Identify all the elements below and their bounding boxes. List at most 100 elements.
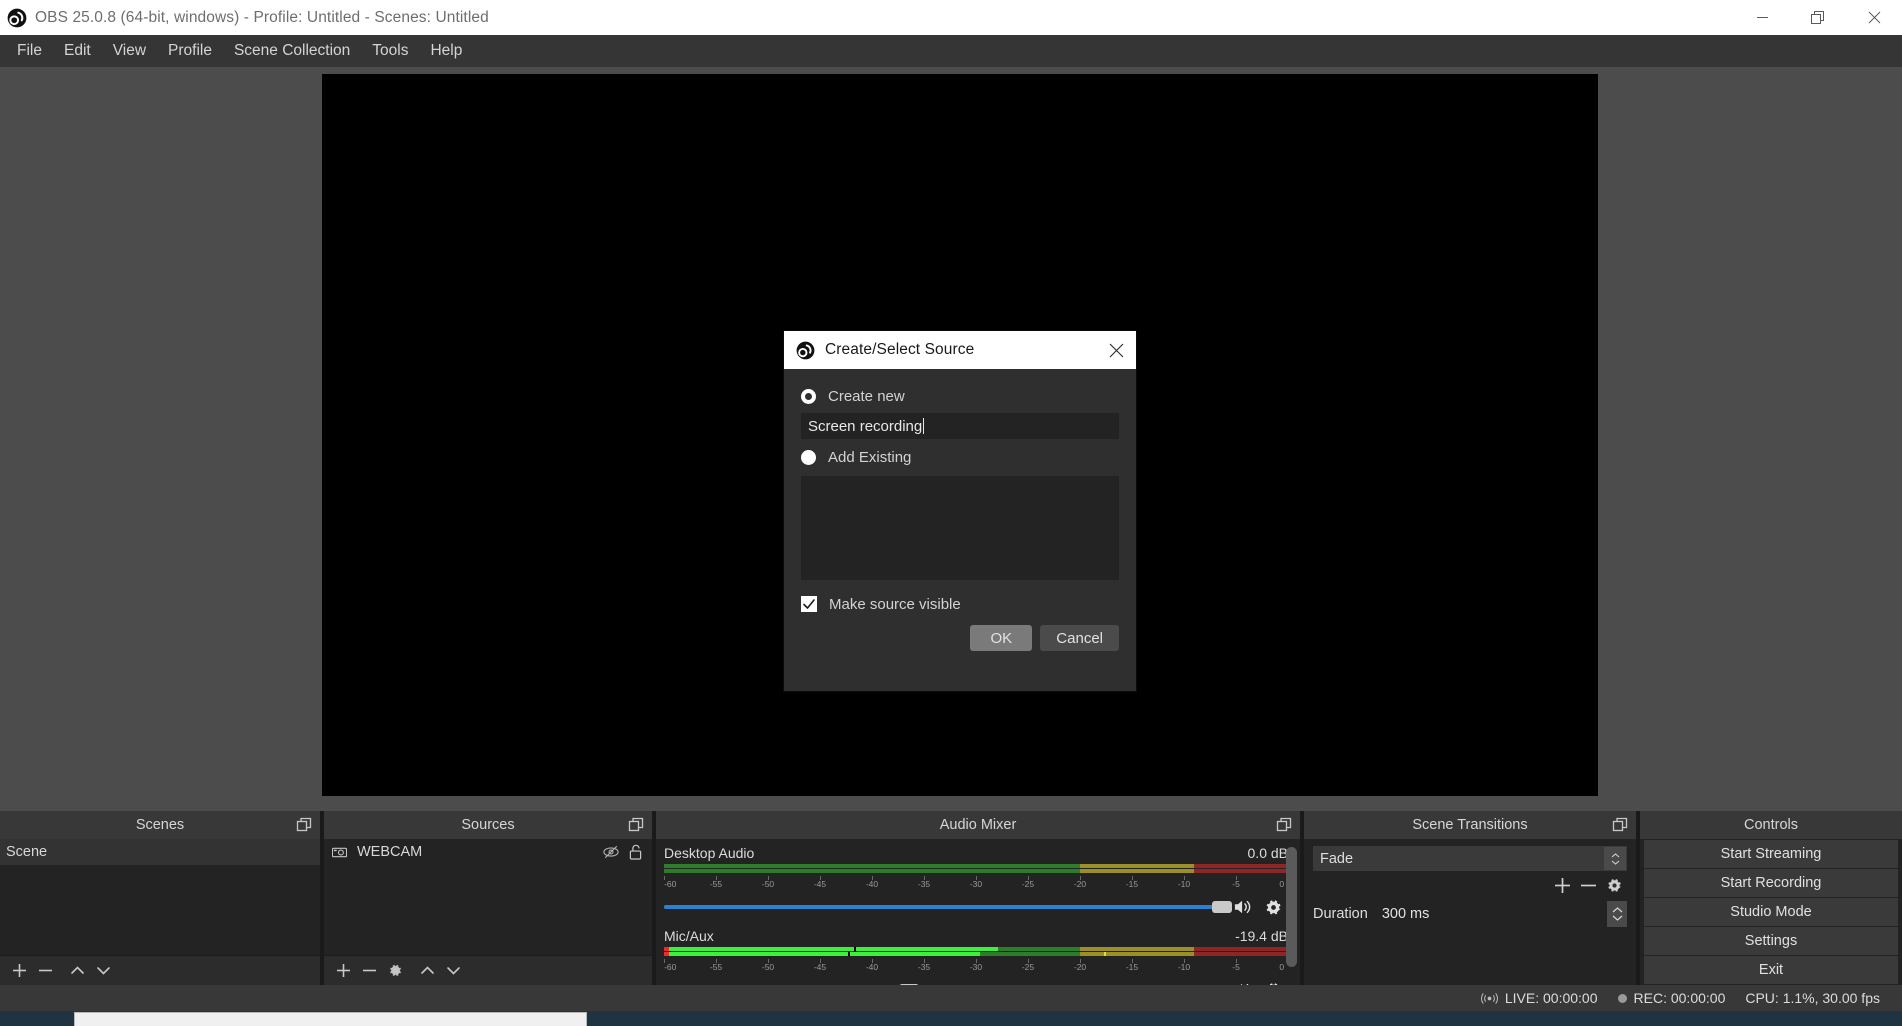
audio-mixer-scrollbar[interactable] [1286, 845, 1297, 979]
minimize-button[interactable] [1734, 0, 1790, 35]
menu-item-profile[interactable]: Profile [157, 39, 223, 63]
menu-item-edit[interactable]: Edit [53, 39, 102, 63]
chevron-down-icon [1611, 860, 1619, 865]
dock-row: Scenes Scene Sources WEBCAM Audio Mixer … [0, 811, 1902, 997]
scenes-dock: Scenes Scene [0, 811, 320, 985]
minus-icon [362, 969, 376, 972]
eye-slash-icon[interactable] [603, 844, 619, 860]
start-recording-button[interactable]: Start Recording [1644, 869, 1898, 897]
scenes-dock-header: Scenes [0, 811, 320, 839]
camera-icon [332, 847, 347, 857]
desktop-audio-name: Desktop Audio [664, 845, 755, 861]
exit-button[interactable]: Exit [1644, 956, 1898, 984]
create-new-radio-row[interactable]: Create new [801, 383, 1119, 409]
desktop-audio-db: 0.0 dB [1247, 845, 1288, 861]
restore-button[interactable] [1790, 0, 1846, 35]
add-transition-button[interactable] [1549, 873, 1575, 897]
scene-transitions-dock: Scene Transitions Fade Duration 300 ms [1304, 811, 1636, 985]
mic-aux-name: Mic/Aux [664, 928, 714, 944]
mixer-track-desktop-audio: Desktop Audio 0.0 dB -60 -55 -50 -45 -40… [664, 845, 1289, 920]
add-scene-button[interactable] [6, 958, 32, 984]
desktop-audio-volume-slider[interactable] [664, 898, 1233, 916]
controls-dock-header: Controls [1640, 811, 1902, 839]
create-new-radio[interactable] [801, 388, 816, 404]
make-source-visible-row[interactable]: Make source visible [801, 589, 1119, 619]
audio-mixer-dock: Audio Mixer Desktop Audio 0.0 dB -60 -55… [656, 811, 1300, 997]
move-source-up-button[interactable] [414, 958, 440, 984]
move-source-down-button[interactable] [440, 958, 466, 984]
transition-select[interactable]: Fade [1313, 846, 1627, 871]
studio-mode-button[interactable]: Studio Mode [1644, 898, 1898, 926]
add-existing-radio-row[interactable]: Add Existing [801, 444, 1119, 470]
popout-icon[interactable] [296, 817, 312, 833]
window-titlebar: OBS 25.0.8 (64-bit, windows) - Profile: … [0, 0, 1902, 35]
mic-aux-meter [664, 947, 1288, 958]
live-time: LIVE: 00:00:00 [1504, 990, 1598, 1006]
dialog-close-button[interactable] [1096, 331, 1136, 369]
remove-source-button[interactable] [356, 958, 382, 984]
menu-item-view[interactable]: View [102, 39, 157, 63]
close-icon [1868, 11, 1880, 24]
remove-scene-button[interactable] [32, 958, 58, 984]
source-list-item[interactable]: WEBCAM [324, 839, 652, 865]
add-existing-radio[interactable] [801, 449, 816, 465]
menu-item-file[interactable]: File [6, 39, 53, 63]
sources-dock-header: Sources [324, 811, 652, 839]
desktop-audio-meter [664, 864, 1288, 875]
make-source-visible-checkbox[interactable] [801, 596, 817, 612]
audio-mixer-title: Audio Mixer [939, 817, 1017, 833]
desktop-audio-mute-button[interactable] [1228, 894, 1258, 920]
obs-logo-icon [7, 8, 27, 27]
menu-item-help[interactable]: Help [419, 39, 473, 63]
restore-icon [1811, 10, 1824, 24]
source-name-input[interactable]: Screen recording [801, 413, 1119, 439]
text-caret [923, 418, 925, 434]
plus-icon [12, 964, 26, 977]
sources-list[interactable]: WEBCAM [324, 839, 652, 955]
add-source-button[interactable] [330, 958, 356, 984]
menu-item-scene-collection[interactable]: Scene Collection [223, 39, 361, 63]
close-icon [1109, 343, 1123, 357]
broadcast-icon [1480, 992, 1498, 1004]
sources-toolbar [324, 955, 652, 985]
duration-label: Duration [1313, 906, 1368, 922]
gear-icon [1607, 878, 1621, 892]
scene-item-label: Scene [6, 844, 48, 860]
record-dot-icon [1617, 993, 1627, 1003]
live-status: LIVE: 00:00:00 [1480, 990, 1598, 1006]
source-properties-button[interactable] [382, 958, 408, 984]
create-select-source-dialog: Create/Select Source Create new Screen r… [783, 330, 1137, 692]
close-button[interactable] [1846, 0, 1902, 35]
popout-icon[interactable] [1612, 817, 1628, 833]
create-new-label: Create new [828, 387, 905, 405]
scene-list-item[interactable]: Scene [0, 839, 320, 865]
scene-transitions-title: Scene Transitions [1412, 817, 1528, 833]
add-existing-label: Add Existing [828, 448, 912, 466]
duration-stepper[interactable] [1607, 901, 1627, 927]
rec-status: REC: 00:00:00 [1617, 990, 1725, 1006]
duration-input[interactable]: 300 ms [1375, 901, 1627, 927]
move-scene-up-button[interactable] [64, 958, 90, 984]
scrollbar-thumb[interactable] [1286, 847, 1297, 967]
move-scene-down-button[interactable] [90, 958, 116, 984]
scenes-list[interactable]: Scene [0, 839, 320, 955]
menu-item-tools[interactable]: Tools [361, 39, 419, 63]
cancel-button[interactable]: Cancel [1040, 625, 1119, 651]
menubar: File Edit View Profile Scene Collection … [0, 35, 1902, 67]
existing-sources-list[interactable] [801, 476, 1119, 580]
plus-icon [1554, 877, 1570, 893]
popout-icon[interactable] [628, 817, 644, 833]
ok-button[interactable]: OK [970, 625, 1033, 651]
desktop-audio-settings-button[interactable] [1258, 894, 1288, 920]
start-streaming-button[interactable]: Start Streaming [1644, 840, 1898, 868]
unlock-icon[interactable] [629, 844, 642, 860]
settings-button[interactable]: Settings [1644, 927, 1898, 955]
background-window-edge[interactable] [74, 1012, 587, 1026]
remove-transition-button[interactable] [1575, 873, 1601, 897]
popout-icon[interactable] [1276, 817, 1292, 833]
transition-properties-button[interactable] [1601, 873, 1627, 897]
controls-dock: Controls Start Streaming Start Recording… [1640, 811, 1902, 985]
scenes-toolbar [0, 955, 320, 985]
transition-spinner[interactable] [1604, 847, 1626, 870]
cpu-text: CPU: 1.1%, 30.00 fps [1745, 990, 1880, 1006]
